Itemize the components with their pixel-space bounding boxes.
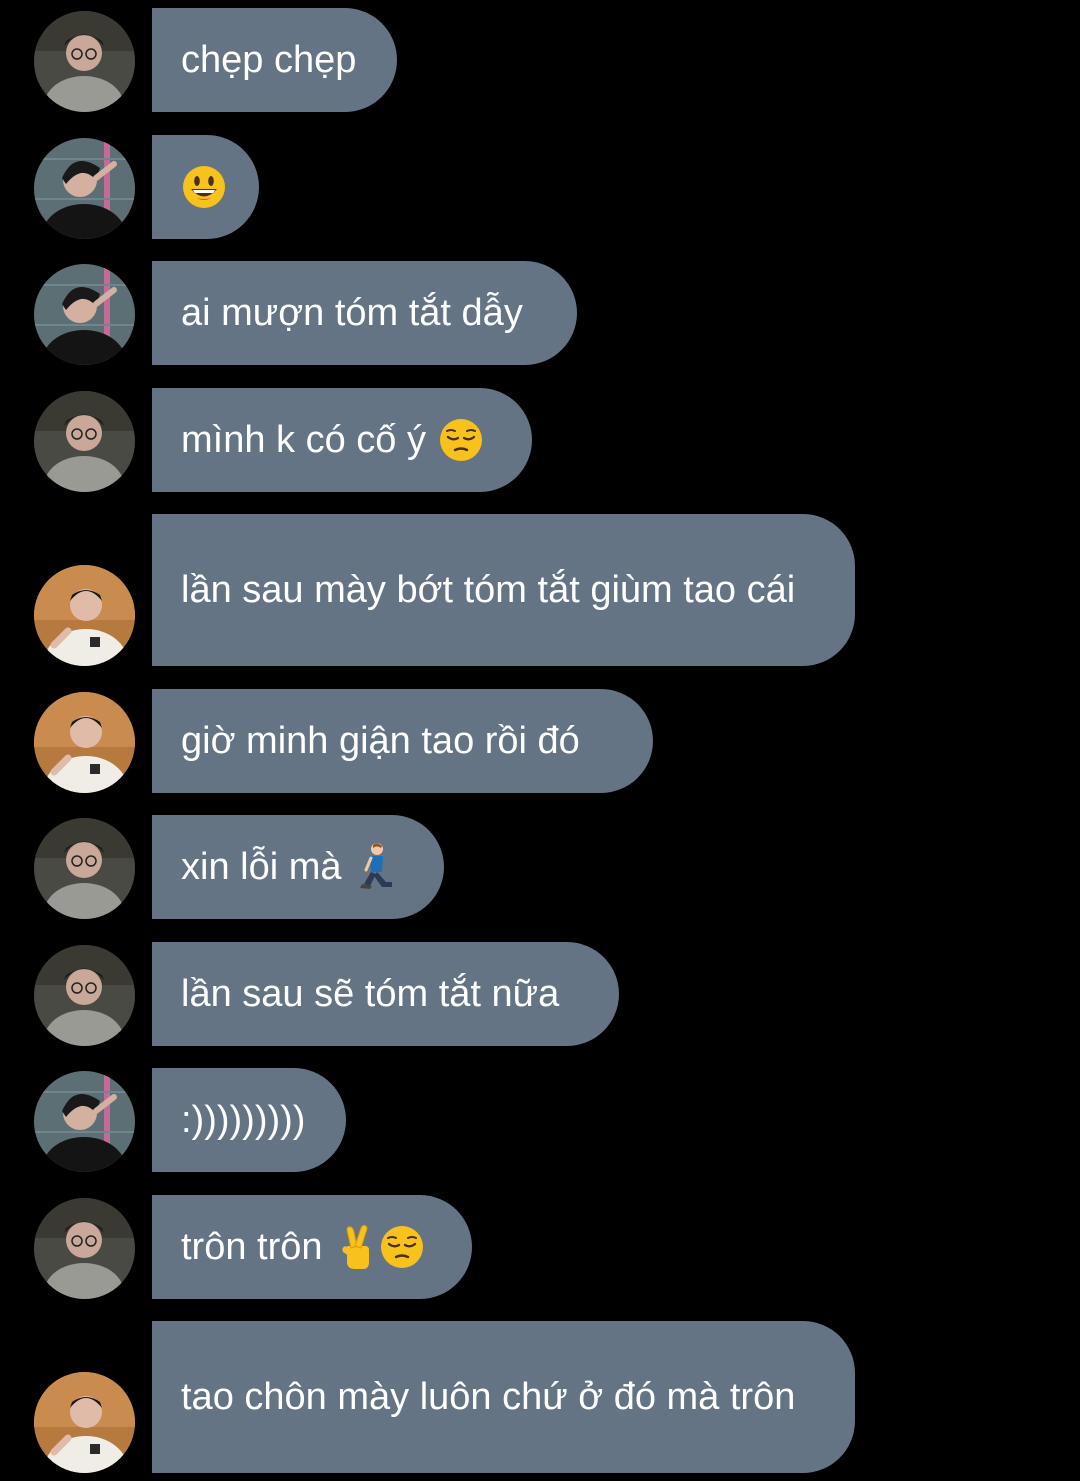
message-row: lần sau sẽ tóm tắt nữa (0, 942, 1080, 1046)
message-bubble[interactable]: mình k có cố ý (152, 388, 532, 492)
message-bubble[interactable]: xin lỗi mà (152, 815, 444, 919)
message-text: ai mượn tóm tắt dẫy (181, 292, 523, 334)
kneeling-person-icon (356, 842, 396, 892)
message-text: xin lỗi mà (181, 846, 342, 888)
message-row: giờ minh giận tao rồi đó (0, 689, 1080, 793)
avatar-person-glasses-icon[interactable] (34, 11, 135, 112)
message-bubble[interactable]: lần sau sẽ tóm tắt nữa (152, 942, 619, 1046)
message-text: lần sau sẽ tóm tắt nữa (181, 973, 560, 1015)
message-bubble[interactable]: chẹp chẹp (152, 8, 397, 112)
message-row: tao chôn mày luôn chứ ở đó mà trôn (0, 1321, 1080, 1473)
message-bubble[interactable]: trôn trôn (152, 1195, 472, 1299)
pensive-face-icon (379, 1224, 425, 1270)
message-text: giờ minh giận tao rồi đó (181, 720, 580, 762)
message-text: trôn trôn (181, 1226, 323, 1268)
message-text: tao chôn mày luôn chứ ở đó mà trôn (181, 1376, 796, 1418)
avatar-person-black-shirt-icon[interactable] (34, 1071, 135, 1172)
message-row: xin lỗi mà (0, 815, 1080, 919)
message-bubble[interactable]: :))))))))) (152, 1068, 346, 1172)
message-row: mình k có cố ý (0, 388, 1080, 492)
message-row: :))))))))) (0, 1068, 1080, 1172)
avatar-person-white-shirt-icon[interactable] (34, 565, 135, 666)
message-text: mình k có cố ý (181, 419, 426, 461)
avatar-person-glasses-icon[interactable] (34, 945, 135, 1046)
message-bubble[interactable] (152, 135, 259, 239)
message-row: trôn trôn (0, 1195, 1080, 1299)
message-bubble[interactable]: giờ minh giận tao rồi đó (152, 689, 653, 793)
message-row: lần sau mày bớt tóm tắt giùm tao cái (0, 514, 1080, 666)
chat-thread: chẹp chẹp ai mượn tóm tắt dẫy mình k có … (0, 0, 1080, 1481)
message-bubble[interactable]: lần sau mày bớt tóm tắt giùm tao cái (152, 514, 855, 666)
message-row: chẹp chẹp (0, 8, 1080, 112)
message-row (0, 135, 1080, 239)
message-row: ai mượn tóm tắt dẫy (0, 261, 1080, 365)
grinning-face-icon (181, 164, 227, 210)
pensive-face-icon (438, 417, 484, 463)
message-text: lần sau mày bớt tóm tắt giùm tao cái (181, 569, 796, 611)
message-text: :))))))))) (181, 1099, 306, 1141)
message-bubble[interactable]: tao chôn mày luôn chứ ở đó mà trôn (152, 1321, 855, 1473)
avatar-person-glasses-icon[interactable] (34, 818, 135, 919)
crossed-fingers-icon (339, 1224, 373, 1270)
avatar-person-white-shirt-icon[interactable] (34, 1372, 135, 1473)
message-bubble[interactable]: ai mượn tóm tắt dẫy (152, 261, 577, 365)
avatar-person-black-shirt-icon[interactable] (34, 138, 135, 239)
avatar-person-black-shirt-icon[interactable] (34, 264, 135, 365)
avatar-person-glasses-icon[interactable] (34, 1198, 135, 1299)
message-text: chẹp chẹp (181, 39, 357, 81)
avatar-person-white-shirt-icon[interactable] (34, 692, 135, 793)
avatar-person-glasses-icon[interactable] (34, 391, 135, 492)
